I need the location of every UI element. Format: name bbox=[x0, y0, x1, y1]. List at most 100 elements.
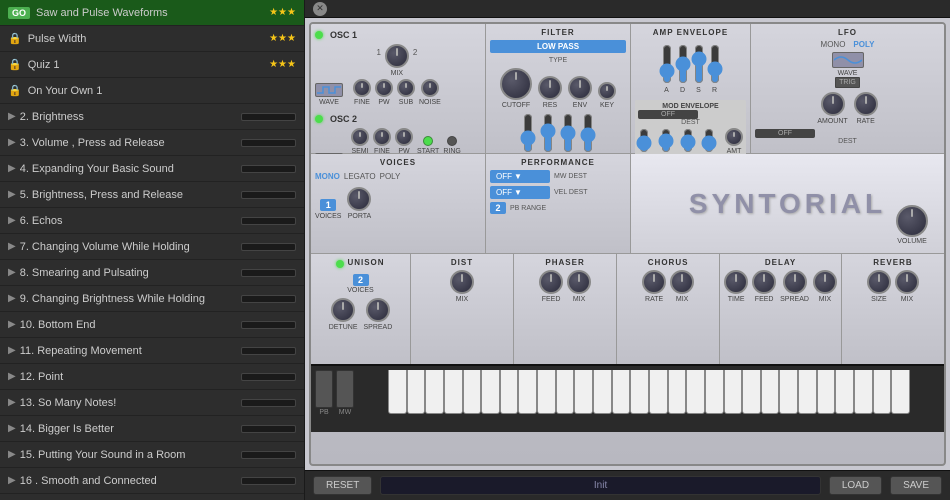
white-key[interactable] bbox=[388, 370, 407, 414]
mod-d-slider[interactable] bbox=[660, 128, 672, 153]
white-key[interactable] bbox=[668, 370, 687, 414]
legato-btn[interactable]: LEGATO bbox=[344, 172, 376, 181]
white-key[interactable] bbox=[463, 370, 482, 414]
reset-button[interactable]: RESET bbox=[313, 476, 372, 495]
poly-btn[interactable]: POLY bbox=[380, 172, 401, 181]
detune-knob[interactable] bbox=[331, 298, 355, 322]
spread-knob[interactable] bbox=[366, 298, 390, 322]
mono-btn[interactable]: MONO bbox=[315, 172, 340, 181]
filter-s-slider[interactable] bbox=[562, 113, 574, 153]
sidebar-item-repeating[interactable]: ▶ 11. Repeating Movement bbox=[0, 338, 304, 364]
mw-dest-dropdown[interactable]: OFF ▼ bbox=[490, 170, 550, 183]
white-key[interactable] bbox=[593, 370, 612, 414]
trig-button[interactable]: TRIG bbox=[835, 77, 860, 88]
amp-s-slider[interactable] bbox=[693, 44, 705, 84]
white-key[interactable] bbox=[854, 370, 873, 414]
white-key[interactable] bbox=[444, 370, 463, 414]
amp-d-slider[interactable] bbox=[677, 44, 689, 84]
sidebar-item-expanding-pal[interactable]: ▶ 17. Expanding Your Pallete bbox=[0, 494, 304, 500]
mix-knob[interactable] bbox=[385, 44, 409, 68]
sidebar-item-brightness-pr[interactable]: ▶ 5. Brightness, Press and Release bbox=[0, 182, 304, 208]
white-key[interactable] bbox=[817, 370, 836, 414]
white-key[interactable] bbox=[724, 370, 743, 414]
sidebar-item-changing-bright[interactable]: ▶ 9. Changing Brightness While Holding bbox=[0, 286, 304, 312]
sidebar-item-quiz1[interactable]: 🔒 Quiz 1 ★★★ bbox=[0, 52, 304, 78]
key-knob[interactable] bbox=[598, 82, 616, 100]
sidebar-item-smooth[interactable]: ▶ 16 . Smooth and Connected bbox=[0, 468, 304, 494]
filter-type-button[interactable]: LOW PASS bbox=[490, 40, 626, 53]
dist-mix-knob[interactable] bbox=[450, 270, 474, 294]
volume-knob[interactable] bbox=[896, 205, 928, 237]
fine-knob[interactable] bbox=[353, 79, 371, 97]
white-key[interactable] bbox=[705, 370, 724, 414]
white-key[interactable] bbox=[835, 370, 854, 414]
load-button[interactable]: LOAD bbox=[829, 476, 882, 495]
white-key[interactable] bbox=[649, 370, 668, 414]
poly-mode-label[interactable]: POLY bbox=[853, 40, 874, 49]
mod-a-slider[interactable] bbox=[638, 128, 650, 153]
chorus-mix-knob[interactable] bbox=[670, 270, 694, 294]
white-key[interactable] bbox=[630, 370, 649, 414]
sidebar-item-putting-sound[interactable]: ▶ 15. Putting Your Sound in a Room bbox=[0, 442, 304, 468]
sidebar-item-expanding[interactable]: ▶ 4. Expanding Your Basic Sound bbox=[0, 156, 304, 182]
chorus-rate-knob[interactable] bbox=[642, 270, 666, 294]
sidebar-item-smearing[interactable]: ▶ 8. Smearing and Pulsating bbox=[0, 260, 304, 286]
cutoff-knob[interactable] bbox=[500, 68, 532, 100]
sidebar-item-changing-vol[interactable]: ▶ 7. Changing Volume While Holding bbox=[0, 234, 304, 260]
white-key[interactable] bbox=[779, 370, 798, 414]
sidebar-item-volume-press[interactable]: ▶ 3. Volume , Press ad Release bbox=[0, 130, 304, 156]
delay-time-knob[interactable] bbox=[724, 270, 748, 294]
save-button[interactable]: SAVE bbox=[890, 476, 942, 495]
reverb-mix-knob[interactable] bbox=[895, 270, 919, 294]
filter-a-slider[interactable] bbox=[522, 113, 534, 153]
white-key[interactable] bbox=[574, 370, 593, 414]
osc1-wave-display[interactable] bbox=[315, 83, 343, 97]
pb-slider[interactable] bbox=[315, 370, 333, 408]
white-key[interactable] bbox=[686, 370, 705, 414]
white-key[interactable] bbox=[425, 370, 444, 414]
amount-knob[interactable] bbox=[821, 92, 845, 116]
sidebar-item-point[interactable]: ▶ 12. Point bbox=[0, 364, 304, 390]
sub-knob[interactable] bbox=[397, 79, 415, 97]
filter-d-slider[interactable] bbox=[542, 113, 554, 153]
vel-dest-dropdown[interactable]: OFF ▼ bbox=[490, 186, 550, 199]
white-key[interactable] bbox=[742, 370, 761, 414]
white-key[interactable] bbox=[407, 370, 426, 414]
white-key[interactable] bbox=[481, 370, 500, 414]
phaser-feed-knob[interactable] bbox=[539, 270, 563, 294]
mod-s-slider[interactable] bbox=[682, 128, 694, 153]
rate-knob[interactable] bbox=[854, 92, 878, 116]
reverb-size-knob[interactable] bbox=[867, 270, 891, 294]
white-key[interactable] bbox=[556, 370, 575, 414]
delay-mix-knob[interactable] bbox=[813, 270, 837, 294]
sidebar-item-bigger[interactable]: ▶ 14. Bigger Is Better bbox=[0, 416, 304, 442]
sidebar-item-bottom-end[interactable]: ▶ 10. Bottom End bbox=[0, 312, 304, 338]
pw2-knob[interactable] bbox=[395, 128, 413, 146]
noise-knob[interactable] bbox=[421, 79, 439, 97]
white-key[interactable] bbox=[500, 370, 519, 414]
amp-r-slider[interactable] bbox=[709, 44, 721, 84]
mod-r-slider[interactable] bbox=[703, 128, 715, 153]
close-button[interactable]: ✕ bbox=[313, 2, 327, 16]
sidebar-item-on-your-own[interactable]: 🔒 On Your Own 1 bbox=[0, 78, 304, 104]
res-knob[interactable] bbox=[538, 76, 562, 100]
amp-a-slider[interactable] bbox=[661, 44, 673, 84]
pw-knob[interactable] bbox=[375, 79, 393, 97]
sidebar-item-pulse-width[interactable]: 🔒 Pulse Width ★★★ bbox=[0, 26, 304, 52]
porta-knob[interactable] bbox=[347, 187, 371, 211]
white-key[interactable] bbox=[798, 370, 817, 414]
white-key[interactable] bbox=[891, 370, 910, 414]
white-key[interactable] bbox=[612, 370, 631, 414]
white-key[interactable] bbox=[873, 370, 892, 414]
sidebar-item-saw-pulse[interactable]: GO Saw and Pulse Waveforms ★★★ bbox=[0, 0, 304, 26]
semi-knob[interactable] bbox=[351, 128, 369, 146]
sidebar-item-so-many[interactable]: ▶ 13. So Many Notes! bbox=[0, 390, 304, 416]
delay-spread-knob[interactable] bbox=[783, 270, 807, 294]
fine2-knob[interactable] bbox=[373, 128, 391, 146]
mono-mode-label[interactable]: MONO bbox=[821, 40, 846, 49]
phaser-mix-knob[interactable] bbox=[567, 270, 591, 294]
lfo-wave-display[interactable] bbox=[832, 52, 864, 68]
sidebar-item-echos[interactable]: ▶ 6. Echos bbox=[0, 208, 304, 234]
mod-amt-knob[interactable] bbox=[725, 128, 743, 146]
white-key[interactable] bbox=[761, 370, 780, 414]
